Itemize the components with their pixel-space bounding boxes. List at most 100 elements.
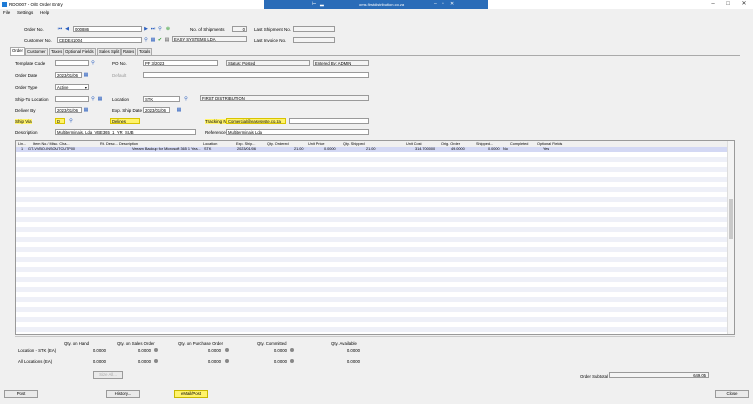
minimize-button[interactable]: –	[706, 0, 720, 9]
remote-session-title: oms.firstdistribution.co.za	[359, 2, 405, 7]
drilldown-icon[interactable]	[154, 359, 158, 363]
ship-to-card-icon[interactable]: ▦	[97, 96, 103, 102]
exp-ship-date-input[interactable]: 2023/01/06	[143, 107, 170, 113]
drilldown-icon[interactable]	[225, 359, 229, 363]
history-button[interactable]: History...	[106, 390, 140, 398]
status-field: Status: Posted	[226, 60, 310, 66]
stat-header-available: Qty. Available	[331, 341, 357, 346]
close-button[interactable]: Close	[715, 390, 749, 398]
col-line[interactable]: Lin...	[18, 142, 26, 146]
tab-rates[interactable]: Rates	[121, 48, 137, 55]
col-description[interactable]: Description	[119, 142, 138, 146]
rdp-restore-icon[interactable]: ▫	[442, 1, 444, 7]
stat-all-committed: 0.0000	[273, 359, 287, 364]
empty-row-stripe	[16, 157, 729, 162]
customer-no-input[interactable]: CEDE41004	[57, 37, 142, 43]
ship-via-finder-icon[interactable]: ⚲	[68, 118, 74, 124]
col-qty-ordered[interactable]: Qty. Ordered	[267, 142, 289, 146]
col-rt[interactable]: Rt.	[100, 142, 105, 146]
cell-item-no: GT-VVBO-INSOUTCUTP00	[28, 147, 76, 152]
last-record-icon[interactable]: ⏭	[150, 26, 156, 32]
next-record-icon[interactable]: ▶	[143, 26, 149, 32]
sizes-button[interactable]: Size All...	[93, 371, 123, 379]
close-window-button[interactable]: ✕	[737, 0, 751, 9]
ship-via-input[interactable]: D	[55, 118, 65, 124]
stat-location-available: 0.0000	[346, 348, 360, 353]
col-completed[interactable]: Completed	[510, 142, 528, 146]
cell-unit-cost: 314.700000	[415, 147, 436, 152]
ship-calendar-icon[interactable]: ▦	[176, 107, 182, 113]
empty-row-stripe	[16, 197, 729, 202]
table-row[interactable]: 1 GT-VVBO-INSOUTCUTP00 Veeam Backup for …	[16, 147, 729, 152]
email-post-button[interactable]: eMail/Post	[174, 390, 208, 398]
drilldown-icon[interactable]	[290, 348, 294, 352]
col-shipped[interactable]: Shipped...	[476, 142, 493, 146]
col-item-no[interactable]: Item No./ Misc. Cha...	[33, 142, 70, 146]
cell-qty-ordered: 21.00	[294, 147, 304, 152]
tab-order[interactable]: Order	[10, 47, 25, 55]
pin-icon[interactable]: ⊢	[312, 1, 316, 7]
col-location[interactable]: Location	[203, 142, 217, 146]
col-qty-shipped[interactable]: Qty. Shipped	[343, 142, 365, 146]
post-button[interactable]: Post	[4, 390, 38, 398]
calendar-icon[interactable]: ▦	[83, 72, 89, 78]
tab-taxes[interactable]: Taxes	[49, 48, 65, 55]
drilldown-icon[interactable]	[154, 348, 158, 352]
first-record-icon[interactable]: ⏮	[57, 26, 63, 32]
drilldown-icon[interactable]	[290, 359, 294, 363]
col-exp-ship[interactable]: Exp. Ship...	[236, 142, 255, 146]
deliver-by-input[interactable]: 2023/01/06	[55, 107, 82, 113]
stat-header-on-purchase-order: Qty. on Purchase Order	[178, 341, 224, 346]
customer-no-label: Customer No.	[24, 38, 52, 43]
ship-to-location-input[interactable]	[55, 96, 89, 102]
drilldown-icon[interactable]	[225, 348, 229, 352]
col-desc-short[interactable]: Desc...	[106, 142, 118, 146]
col-unit-price[interactable]: Unit Price	[308, 142, 324, 146]
tab-totals[interactable]: Totals	[137, 48, 153, 55]
check-icon[interactable]: ✔	[157, 37, 163, 43]
tracking-no-extra[interactable]	[289, 118, 369, 124]
stats-divider	[15, 336, 735, 337]
description-input[interactable]: Multiterminais, Lda_VBE365_1_YR_SUB	[55, 129, 196, 135]
customer-finder-icon[interactable]: ⚲	[143, 37, 149, 43]
stat-all-on-hand: 0.0000	[92, 359, 106, 364]
order-type-select[interactable]: Active ▾	[55, 84, 89, 90]
customer-card-icon[interactable]: ▦	[150, 37, 156, 43]
menu-help[interactable]: Help	[40, 10, 49, 15]
order-type-value: Active	[57, 85, 69, 90]
order-detail-grid[interactable]: Lin... Item No./ Misc. Cha... Rt. Desc..…	[15, 140, 735, 335]
ship-to-location-label: Ship-To Location	[15, 97, 49, 102]
tracking-no-input[interactable]: Comercial@easysyste.co.za	[226, 118, 286, 124]
empty-row-stripe	[16, 277, 729, 282]
template-finder-icon[interactable]: ⚲	[90, 60, 96, 66]
menu-file[interactable]: File	[3, 10, 10, 15]
tab-optional-fields[interactable]: Optional Fields	[63, 48, 96, 55]
remote-session-bar[interactable]: ⊢ ▂ oms.firstdistribution.co.za – ▫ ✕	[264, 0, 488, 9]
menu-settings[interactable]: Settings	[17, 10, 33, 15]
deliver-calendar-icon[interactable]: ▦	[83, 107, 89, 113]
order-no-input[interactable]: 000886	[73, 26, 142, 32]
rdp-close-icon[interactable]: ✕	[450, 1, 454, 7]
rdp-minimize-icon[interactable]: –	[434, 1, 437, 7]
grid-scrollbar[interactable]	[727, 141, 734, 334]
col-optional-fields[interactable]: Optional Fields	[537, 142, 562, 146]
cell-line: 1	[21, 147, 24, 152]
template-code-input[interactable]	[55, 60, 89, 66]
new-icon[interactable]: ⊕	[165, 26, 171, 32]
po-no-input[interactable]: PF 3/2023	[143, 60, 218, 66]
previous-record-icon[interactable]: ◀	[64, 26, 70, 32]
col-unit-cost[interactable]: Unit Cost	[406, 142, 422, 146]
location-finder-icon[interactable]: ⚲	[183, 96, 189, 102]
tab-customer[interactable]: Customer	[25, 48, 48, 55]
reference-input[interactable]: Multiterminais Lda	[226, 129, 369, 135]
order-date-input[interactable]: 2023/01/06	[55, 72, 82, 78]
finder-icon[interactable]: ⚲	[157, 26, 163, 32]
maximize-button[interactable]: □	[721, 0, 735, 9]
ship-to-finder-icon[interactable]: ⚲	[90, 96, 96, 102]
default-input[interactable]	[143, 72, 369, 78]
tab-sales-split[interactable]: Sales Split	[97, 48, 122, 55]
location-input[interactable]: STK	[143, 96, 180, 102]
notes-icon[interactable]: ▤	[164, 37, 170, 43]
scrollbar-thumb[interactable]	[729, 199, 733, 239]
col-orig-order[interactable]: Orig. Order	[441, 142, 460, 146]
